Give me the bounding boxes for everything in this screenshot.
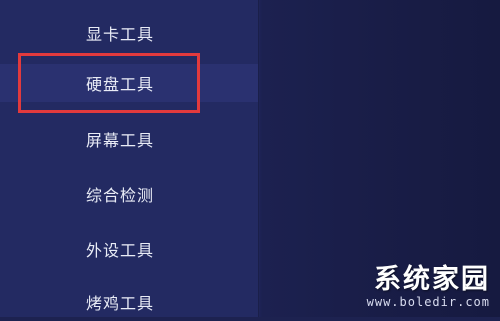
sidebar-divider [258,0,259,317]
sidebar-item-screen-tools[interactable]: 屏幕工具 [0,120,258,158]
sidebar-item-label: 屏幕工具 [86,131,155,150]
sidebar-item-label: 综合检测 [86,186,155,205]
sidebar: 显卡工具 硬盘工具 屏幕工具 综合检测 外设工具 烤鸡工具 [0,0,258,317]
sidebar-item-label: 显卡工具 [86,25,155,44]
sidebar-item-graphics-card-tools[interactable]: 显卡工具 [0,14,258,52]
watermark-url: www.boledir.com [366,295,490,309]
watermark-title: 系统家园 [374,264,490,295]
selection-highlight-box [18,53,200,113]
sidebar-item-label: 烤鸡工具 [86,294,155,313]
sidebar-item-stress-test-tools[interactable]: 烤鸡工具 [0,283,258,321]
sidebar-item-comprehensive-test[interactable]: 综合检测 [0,175,258,213]
app-window: 显卡工具 硬盘工具 屏幕工具 综合检测 外设工具 烤鸡工具 系统家园 www.b… [0,0,500,317]
watermark: 系统家园 www.boledir.com [366,264,490,310]
sidebar-item-label: 外设工具 [86,241,155,260]
sidebar-item-peripheral-tools[interactable]: 外设工具 [0,230,258,268]
